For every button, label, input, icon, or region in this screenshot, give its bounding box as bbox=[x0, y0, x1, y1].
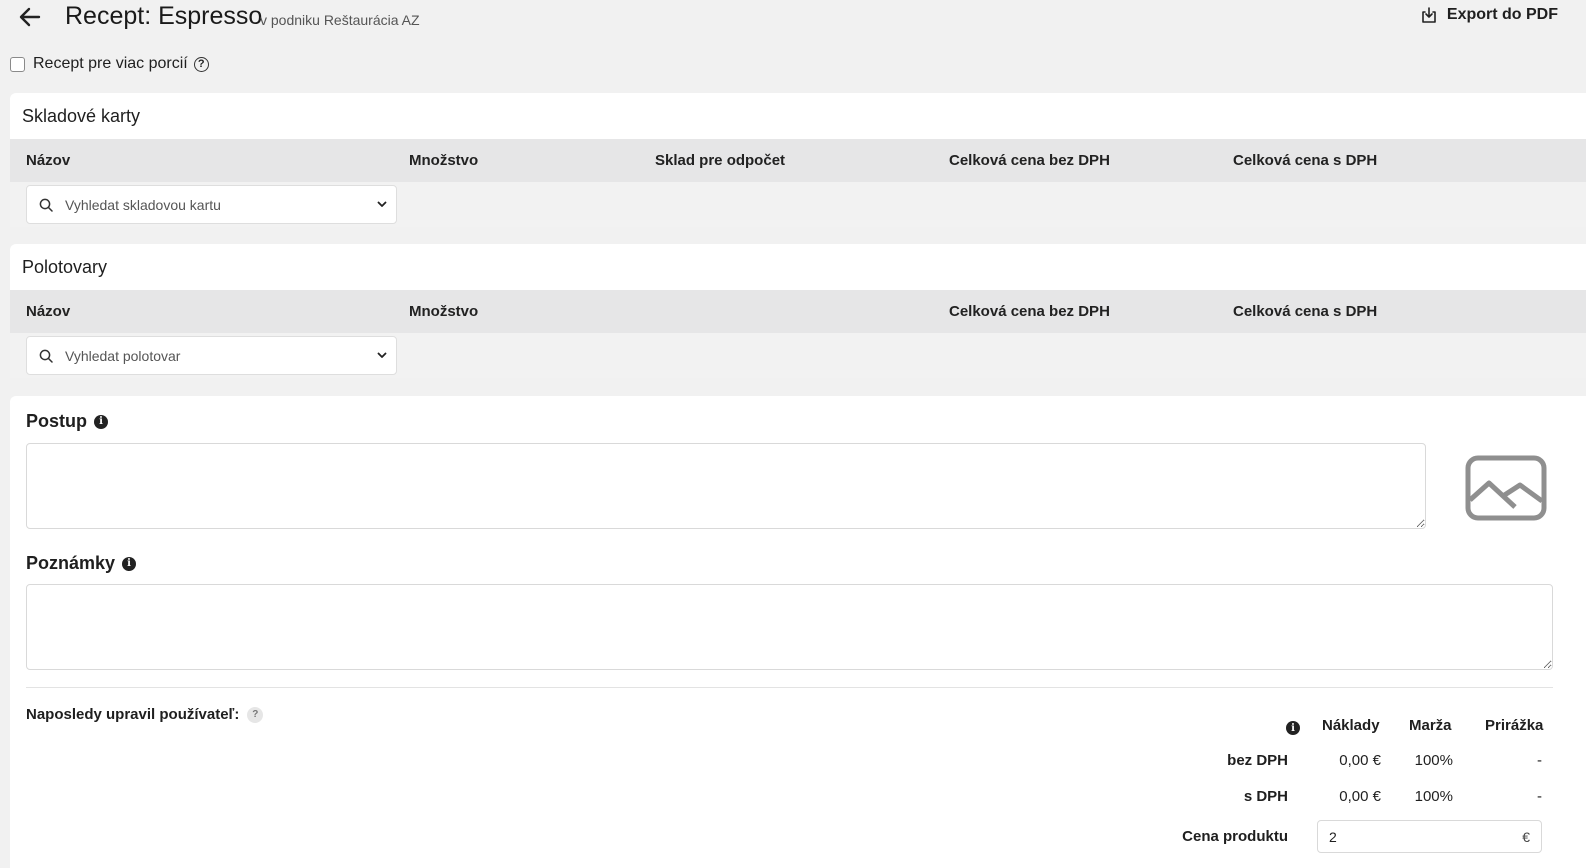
stock-card-search-input[interactable]: Vyhledat skladovou kartu bbox=[26, 185, 397, 224]
info-icon[interactable]: i bbox=[94, 414, 108, 429]
column-header: Celková cena s DPH bbox=[1233, 152, 1378, 169]
info-icon[interactable]: i bbox=[1286, 721, 1300, 735]
notes-label: Poznámky i bbox=[26, 553, 137, 574]
summary-header-margin: Marža bbox=[1409, 717, 1452, 734]
semi-products-title: Polotovary bbox=[22, 257, 108, 277]
search-placeholder: Vyhledat polotovar bbox=[65, 347, 181, 364]
info-icon[interactable]: i bbox=[122, 556, 137, 571]
summary-cost: 0,00 € bbox=[1339, 752, 1381, 769]
notes-label-text: Poznámky bbox=[26, 553, 116, 573]
chevron-down-icon[interactable] bbox=[368, 201, 396, 208]
procedure-label: Postup i bbox=[26, 411, 108, 432]
column-header: Celková cena bez DPH bbox=[949, 303, 1110, 320]
page-subtitle: v podniku Reštaurácia AZ bbox=[260, 12, 420, 28]
column-header: Množstvo bbox=[409, 303, 479, 320]
export-pdf-label: Export do PDF bbox=[1446, 6, 1558, 23]
divider bbox=[26, 687, 1553, 688]
semi-products-card: Polotovary Názov Množstvo Celková cena b… bbox=[10, 244, 1586, 378]
search-placeholder: Vyhledat skladovou kartu bbox=[65, 196, 221, 213]
multi-portion-row: Recept pre viac porcií ? bbox=[10, 55, 209, 73]
column-header: Sklad pre odpočet bbox=[655, 152, 786, 169]
back-button[interactable] bbox=[14, 4, 46, 30]
summary-header-costs: Náklady bbox=[1322, 717, 1380, 734]
multi-portion-label: Recept pre viac porcií bbox=[33, 55, 188, 72]
column-header: Celková cena bez DPH bbox=[949, 152, 1110, 169]
semi-product-search-input[interactable]: Vyhledat polotovar bbox=[26, 336, 397, 375]
last-edited-label: Naposledy upravil používateľ: bbox=[26, 706, 240, 723]
semi-products-body: Vyhledat polotovar bbox=[10, 333, 1586, 378]
stock-cards-body: Vyhledat skladovou kartu bbox=[10, 182, 1586, 227]
product-price-value: 2 bbox=[1329, 828, 1337, 845]
column-header: Názov bbox=[26, 152, 71, 169]
summary-markup: - bbox=[1537, 752, 1542, 769]
stock-cards-title: Skladové karty bbox=[22, 106, 141, 126]
export-pdf-button[interactable]: Export do PDF bbox=[1420, 6, 1558, 24]
multi-portion-checkbox[interactable] bbox=[10, 56, 25, 72]
summary-row-label: bez DPH bbox=[1227, 752, 1288, 769]
summary-row-label: s DPH bbox=[1243, 788, 1288, 805]
procedure-label-text: Postup bbox=[26, 411, 87, 431]
help-icon[interactable]: ? bbox=[247, 706, 264, 723]
summary-margin: 100% bbox=[1414, 752, 1453, 769]
column-header: Celková cena s DPH bbox=[1233, 303, 1378, 320]
chevron-down-icon[interactable] bbox=[368, 352, 396, 359]
product-price-input[interactable]: 2 € bbox=[1317, 820, 1542, 853]
stock-cards-card: Skladové karty Názov Množstvo Sklad pre … bbox=[10, 93, 1586, 227]
summary-cost: 0,00 € bbox=[1339, 788, 1381, 805]
summary-margin: 100% bbox=[1414, 788, 1453, 805]
product-price-label: Cena produktu bbox=[1182, 828, 1288, 845]
last-edited-row: Naposledy upravil používateľ: ? bbox=[26, 706, 264, 723]
semi-products-header: Názov Množstvo Celková cena bez DPH Celk… bbox=[10, 290, 1586, 333]
download-icon bbox=[1422, 7, 1436, 23]
notes-textarea[interactable] bbox=[26, 584, 1553, 670]
column-header: Názov bbox=[26, 303, 71, 320]
summary-markup: - bbox=[1537, 788, 1542, 805]
search-icon bbox=[39, 198, 53, 212]
help-icon[interactable]: ? bbox=[193, 56, 209, 72]
search-icon bbox=[39, 349, 53, 363]
image-placeholder-icon[interactable] bbox=[1465, 455, 1547, 526]
currency-symbol: € bbox=[1522, 828, 1530, 845]
procedure-textarea[interactable] bbox=[26, 443, 1426, 529]
summary-header-markup: Prirážka bbox=[1485, 717, 1544, 734]
arrow-left-icon bbox=[19, 7, 41, 27]
column-header: Množstvo bbox=[409, 152, 479, 169]
stock-cards-header: Názov Množstvo Sklad pre odpočet Celková… bbox=[10, 139, 1586, 182]
page-title: Recept: Espresso bbox=[65, 2, 263, 30]
